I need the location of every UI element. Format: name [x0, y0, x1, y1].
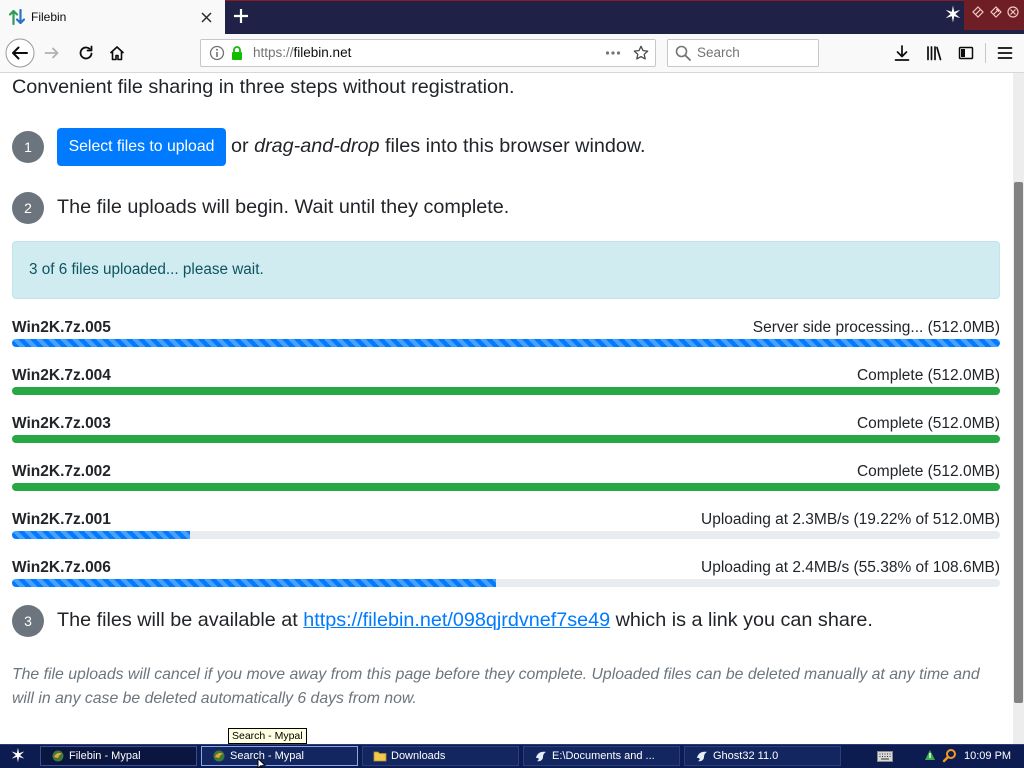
- lock-icon[interactable]: [229, 45, 245, 61]
- tab-title: Filebin: [31, 10, 67, 24]
- taskbar-button-label: Filebin - Mypal: [69, 750, 141, 762]
- file-name: Win2K.7z.006: [12, 559, 111, 576]
- forward-icon[interactable]: [44, 45, 60, 61]
- file-status: Server side processing... (512.0MB): [752, 319, 1000, 336]
- file-name: Win2K.7z.002: [12, 463, 111, 480]
- info-icon[interactable]: [209, 45, 225, 61]
- app-icon: [534, 749, 548, 763]
- toolbar-separator: [985, 43, 986, 63]
- taskbar-clock[interactable]: 10:09 PM: [964, 745, 1011, 767]
- step-2-text: The file uploads will begin. Wait until …: [57, 196, 510, 218]
- file-row: Win2K.7z.006 Uploading at 2.4MB/s (55.38…: [12, 557, 1000, 587]
- filebin-favicon-icon: [9, 9, 25, 25]
- mypal-icon: [212, 749, 226, 763]
- sidebar-icon[interactable]: [958, 45, 974, 61]
- deletion-notice: The file uploads will cancel if you move…: [12, 666, 980, 707]
- scrollbar-thumb[interactable]: [1014, 182, 1023, 703]
- app-icon: [695, 749, 709, 763]
- progress-bar: [12, 339, 1000, 347]
- progress-bar-fill: [12, 387, 1000, 395]
- file-name: Win2K.7z.005: [12, 319, 111, 336]
- progress-bar: [12, 387, 1000, 395]
- download-icon[interactable]: [894, 45, 910, 61]
- taskbar-tooltip: Search - Mypal: [228, 728, 307, 744]
- upload-status-alert: 3 of 6 files uploaded... please wait.: [12, 241, 1000, 299]
- search-placeholder: Search: [697, 45, 740, 60]
- file-row: Win2K.7z.001 Uploading at 2.3MB/s (19.22…: [12, 509, 1000, 539]
- progress-bar-fill: [12, 483, 1000, 491]
- file-row: Win2K.7z.003 Complete (512.0MB): [12, 413, 1000, 443]
- minimize-button[interactable]: [972, 6, 984, 18]
- share-link[interactable]: https://filebin.net/098qjrdvnef7se49: [303, 609, 610, 631]
- file-row: Win2K.7z.005 Server side processing... (…: [12, 317, 1000, 347]
- step-2-badge: 2: [12, 192, 44, 224]
- step-1-or: or: [231, 135, 249, 157]
- taskbar-button-downloads[interactable]: Downloads: [362, 746, 519, 766]
- star-extension-icon[interactable]: ✶: [942, 3, 964, 29]
- taskbar-button-label: Search - Mypal: [230, 750, 304, 762]
- progress-bar-fill: [12, 435, 1000, 443]
- progress-bar: [12, 483, 1000, 491]
- taskbar-button-ghost32[interactable]: Ghost32 11.0: [684, 746, 841, 766]
- search-tray-icon[interactable]: [942, 748, 957, 763]
- progress-bar-fill: [12, 579, 497, 587]
- keyboard-icon[interactable]: [877, 751, 893, 762]
- file-name: Win2K.7z.003: [12, 415, 111, 432]
- progress-bar: [12, 531, 1000, 539]
- step-1-badge: 1: [12, 131, 44, 163]
- back-button[interactable]: [5, 38, 35, 68]
- url-host: filebin.net: [293, 45, 352, 60]
- file-status: Uploading at 2.4MB/s (55.38% of 108.6MB): [701, 559, 1000, 576]
- url-text[interactable]: https://filebin.net: [253, 39, 351, 67]
- file-row: Win2K.7z.004 Complete (512.0MB): [12, 365, 1000, 395]
- step-1-drag-and-drop: drag-and-drop: [254, 135, 380, 157]
- start-button[interactable]: ✶: [4, 745, 32, 767]
- file-name: Win2K.7z.001: [12, 511, 111, 528]
- step-1-text: or drag-and-drop files into this browser…: [231, 134, 646, 158]
- mypal-icon: [51, 749, 65, 763]
- folder-icon: [373, 749, 387, 763]
- file-status: Complete (512.0MB): [856, 367, 1000, 384]
- taskbar-button-label: E:\Documents and ...: [552, 750, 655, 762]
- reload-icon[interactable]: [78, 45, 94, 61]
- taskbar-button-filebin[interactable]: Filebin - Mypal: [40, 746, 197, 766]
- search-icon: [675, 45, 691, 61]
- file-status: Complete (512.0MB): [856, 463, 1000, 480]
- taskbar-button-documents[interactable]: E:\Documents and ...: [523, 746, 680, 766]
- progress-bar-fill: [12, 339, 1000, 347]
- new-tab-icon[interactable]: [233, 8, 249, 24]
- close-tab-icon[interactable]: [201, 12, 212, 23]
- network-icon[interactable]: [923, 748, 937, 762]
- progress-bar: [12, 435, 1000, 443]
- step-3-text: The files will be available at https://f…: [57, 608, 873, 632]
- step-3-after: which is a link you can share.: [615, 609, 873, 631]
- step-3-badge: 3: [12, 605, 44, 637]
- library-icon[interactable]: [926, 45, 942, 61]
- bookmark-star-icon[interactable]: [633, 45, 649, 61]
- taskbar-button-label: Downloads: [391, 750, 446, 762]
- file-name: Win2K.7z.004: [12, 367, 111, 384]
- menu-icon[interactable]: [997, 45, 1013, 61]
- file-status: Uploading at 2.3MB/s (19.22% of 512.0MB): [701, 511, 1000, 528]
- taskbar-button-label: Ghost32 11.0: [713, 750, 779, 762]
- mouse-cursor: [257, 758, 266, 768]
- intro-text: Convenient file sharing in three steps w…: [12, 76, 515, 98]
- url-scheme: https://: [253, 45, 294, 60]
- progress-bar: [12, 579, 1000, 587]
- taskbar-button-search[interactable]: Search - Mypal: [201, 746, 358, 766]
- home-icon[interactable]: [109, 45, 125, 61]
- progress-bar-fill: [12, 531, 190, 539]
- maximize-button[interactable]: [990, 6, 1002, 18]
- step-3-before: The files will be available at: [57, 609, 298, 631]
- select-files-button[interactable]: Select files to upload: [57, 128, 226, 166]
- file-row: Win2K.7z.002 Complete (512.0MB): [12, 461, 1000, 491]
- page-actions-icon[interactable]: [605, 45, 621, 61]
- step-1-rest: files into this browser window.: [384, 135, 646, 157]
- file-status: Complete (512.0MB): [856, 415, 1000, 432]
- close-window-button[interactable]: [1007, 6, 1019, 18]
